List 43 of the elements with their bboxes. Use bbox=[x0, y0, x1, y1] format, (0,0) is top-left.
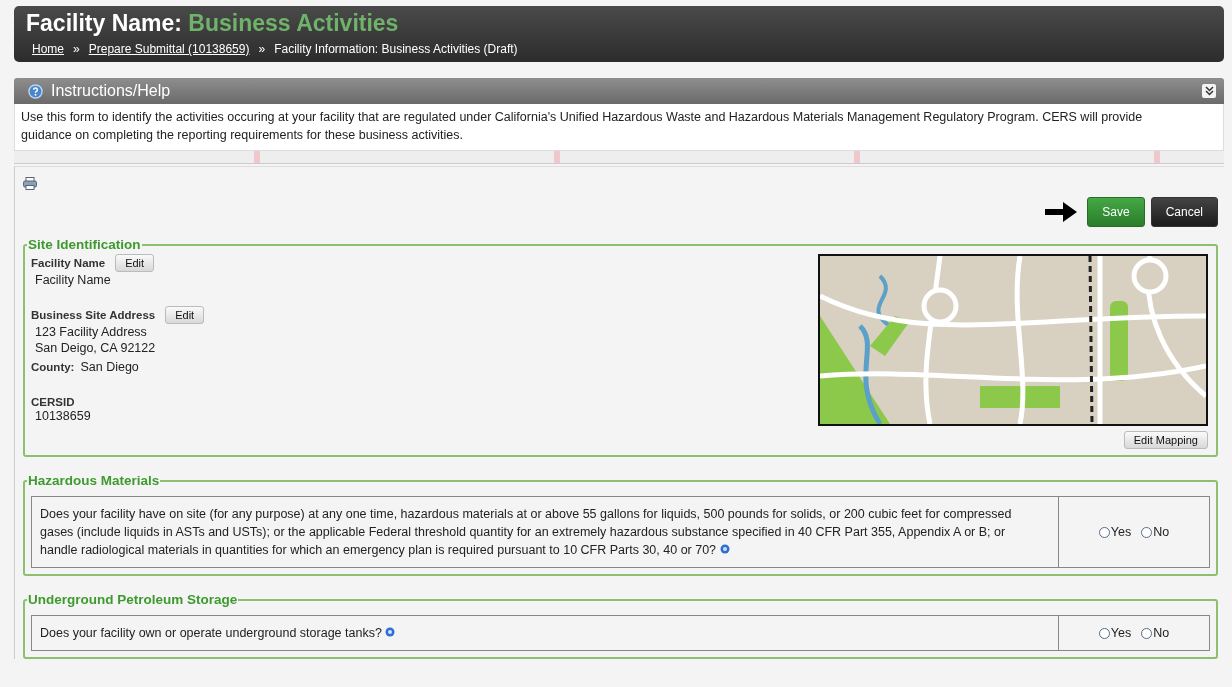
save-button[interactable]: Save bbox=[1087, 197, 1145, 227]
edit-mapping-button[interactable]: Edit Mapping bbox=[1123, 431, 1208, 449]
edit-button[interactable]: Edit bbox=[115, 254, 155, 272]
breadcrumb-separator: » bbox=[258, 42, 266, 56]
section-legend: Hazardous Materials bbox=[27, 473, 161, 488]
radio-button[interactable] bbox=[1098, 627, 1110, 639]
field-label: County: bbox=[31, 361, 75, 373]
help-header-bar[interactable]: Instructions/Help bbox=[14, 78, 1224, 104]
question-text: Does your facility have on site (for any purpose) at any one time, hazardous materials at or above 55 gallons for liquids, 500 pounds for solids, or 200 cubic feet for compressed gases (include liquids in ASTs and USTs); or the applicable Federal threshold quantity for an extremely hazardous substance specified in 40 CFR Part 355, Appendix A or B; or handle radiological materials in quantities for which an emergency plan is required pursuant to 10 CFR Parts 30, 40 or 70? bbox=[32, 497, 1059, 567]
radio-label: Yes bbox=[1110, 626, 1132, 640]
breadcrumb-separator: » bbox=[73, 42, 80, 56]
field-label: CERSID bbox=[31, 396, 75, 408]
field-value: San Diego bbox=[80, 360, 139, 374]
collapse-toggle-icon[interactable] bbox=[1202, 84, 1216, 98]
edit-button[interactable]: Edit bbox=[165, 306, 205, 324]
info-icon[interactable] bbox=[385, 627, 396, 637]
radio-button[interactable] bbox=[1098, 526, 1110, 538]
breadcrumb-current: Facility Information: Business Activities (Draft) bbox=[274, 42, 518, 56]
field-label: Business Site Address bbox=[31, 309, 156, 321]
help-text: Use this form to identify the activities occuring at your facility that are regulated under California's Unified Hazardous Waste and Hazardous Materials Management Regulatory Program. CERS will provide guidance on completing the reporting requirements for these business activities. bbox=[14, 104, 1224, 151]
section-legend: Site Identification bbox=[27, 237, 142, 252]
radio-label: No bbox=[1153, 525, 1170, 539]
radio-button[interactable] bbox=[1141, 627, 1153, 639]
arrow-icon bbox=[1045, 202, 1078, 222]
field-value: 10138659 bbox=[34, 408, 92, 424]
help-title: Instructions/Help bbox=[51, 82, 172, 100]
field-label: Facility Name bbox=[31, 257, 106, 269]
cancel-button[interactable]: Cancel bbox=[1150, 197, 1218, 227]
field-value: 123 Facility Address bbox=[34, 324, 148, 340]
radio-label: No bbox=[1153, 626, 1170, 640]
field-value: Facility Name bbox=[34, 272, 112, 288]
info-icon[interactable] bbox=[719, 544, 730, 554]
radio-label: Yes bbox=[1110, 525, 1132, 539]
help-icon bbox=[28, 83, 43, 99]
page-title: Facility Name: bbox=[26, 10, 182, 36]
question-text: Does your facility own or operate underground storage tanks? bbox=[32, 616, 1059, 650]
page-title-highlight: Business Activities bbox=[188, 10, 399, 36]
breadcrumb-link[interactable]: Prepare Submittal (10138659) bbox=[88, 42, 250, 56]
print-icon[interactable] bbox=[23, 177, 37, 190]
section-legend: Underground Petroleum Storage bbox=[27, 592, 239, 607]
field-value: San Deigo, CA 92122 bbox=[34, 340, 157, 356]
breadcrumb-link[interactable]: Home bbox=[32, 42, 64, 56]
radio-button[interactable] bbox=[1141, 526, 1153, 538]
